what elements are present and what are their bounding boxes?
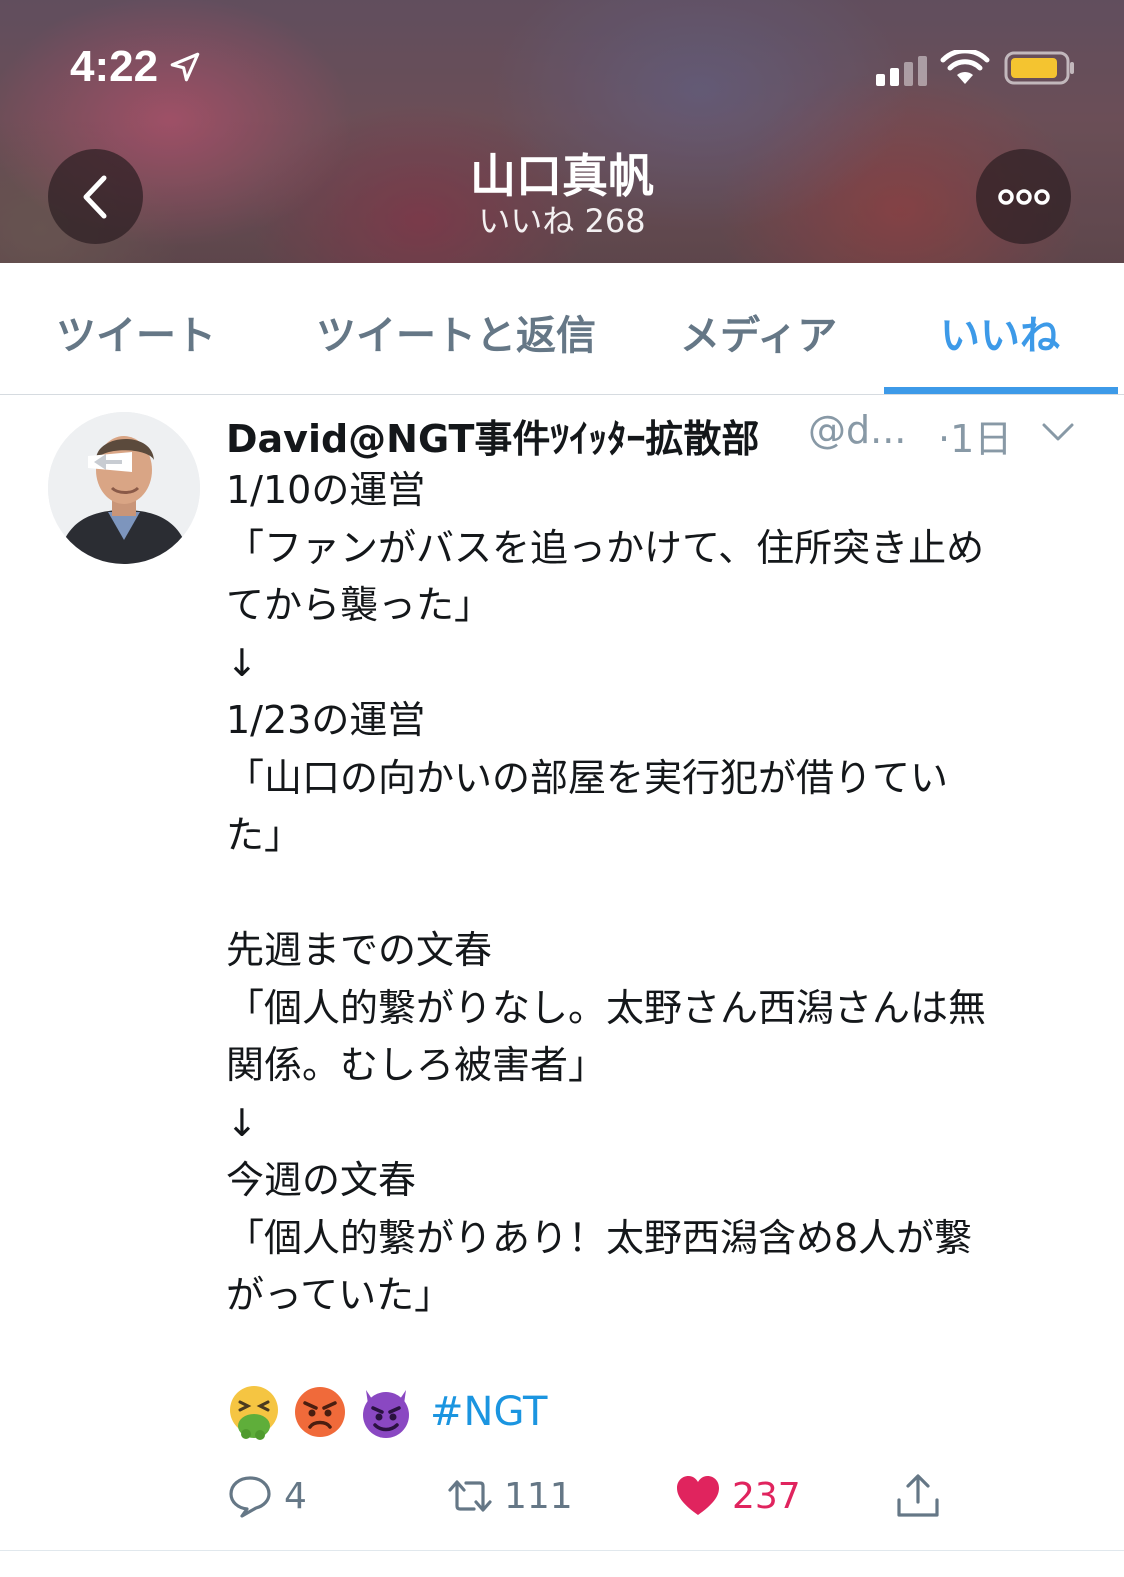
tweet-line: 関係。むしろ被害者」 [226,1043,607,1087]
status-bar-time: 4:22 [70,42,202,92]
tweet-line: 今週の文春 [226,1158,417,1202]
cellular-signal-icon [876,52,927,86]
more-dots-icon [997,188,1050,205]
status-time-text: 4:22 [70,42,159,91]
tweet-line: た」 [226,813,303,857]
share-button[interactable] [894,1472,942,1520]
tweet-line: がっていた」 [226,1273,453,1317]
tweet-timestamp[interactable]: ·1日 [938,408,1012,463]
like-button[interactable]: 237 [674,1472,801,1520]
battery-icon [1004,51,1074,85]
tweet-text: 1/10の運営 「ファンがバスを追っかけて、住所突き止め てから襲った」 ↓ 1… [226,462,1086,1325]
tweet-divider [0,1550,1124,1551]
heart-icon [677,1476,719,1515]
profile-header: 4:22 山口真帆 いいね 268 [0,0,1124,263]
reply-icon [229,1476,271,1518]
tweet-header: David@NGT事件ﾂｲｯﾀｰ拡散部 @d... ·1日 [226,408,1086,463]
retweet-button[interactable]: 111 [446,1472,573,1520]
reply-count: 4 [284,1475,307,1517]
tweet-line: ↓ [226,640,258,685]
tab-likes[interactable]: いいね [940,303,1060,361]
tweet-emoji-row: #NGT [226,1380,547,1444]
tweet-line: 1/10の運営 [226,468,426,512]
tweet-line [226,865,1086,923]
tweet-actions: 4 111 237 [226,1468,1086,1528]
tweet-line: ↓ [226,1100,258,1145]
more-options-button[interactable] [976,149,1071,244]
retweet-icon [448,1480,492,1512]
avatar[interactable] [48,412,200,564]
tab-tweets-and-replies[interactable]: ツイートと返信 [316,303,596,361]
active-tab-indicator [884,387,1118,394]
tweet-line: てから襲った」 [226,583,493,627]
tweet-line: 先週までの文春 [226,928,493,972]
retweet-count: 111 [504,1475,573,1517]
profile-tabs: ツイート ツイートと返信 メディア いいね [0,263,1124,395]
avatar-image [48,412,200,564]
location-arrow-icon [170,52,200,82]
share-icon [897,1474,939,1517]
tab-media[interactable]: メディア [680,303,837,361]
reply-button[interactable]: 4 [226,1472,307,1520]
author-handle[interactable]: @d... [808,408,906,452]
tweet-line: 「個人的繋がりあり！太野西潟含め8人が繋 [226,1215,973,1260]
tweet-line: 「山口の向かいの部屋を実行犯が借りてい [226,755,949,800]
tab-tweets[interactable]: ツイート [56,303,216,361]
tweet-line: 「個人的繋がりなし。太野さん西潟さんは無 [226,985,987,1030]
angry-face-icon [295,1387,345,1437]
likes-count-subtitle: いいね 268 [478,202,646,240]
smiling-imp-icon [363,1390,409,1438]
author-name[interactable]: David@NGT事件ﾂｲｯﾀｰ拡散部 [226,408,759,463]
hashtag-link[interactable]: #NGT [430,1389,547,1435]
like-count: 237 [732,1475,801,1517]
tweet-line: 「ファンがバスを追っかけて、住所突き止め [226,525,985,570]
nauseated-face-icon [230,1386,278,1440]
tweet-line: 1/23の運営 [226,698,426,742]
chevron-down-icon[interactable] [1040,420,1076,444]
wifi-icon [940,50,990,84]
